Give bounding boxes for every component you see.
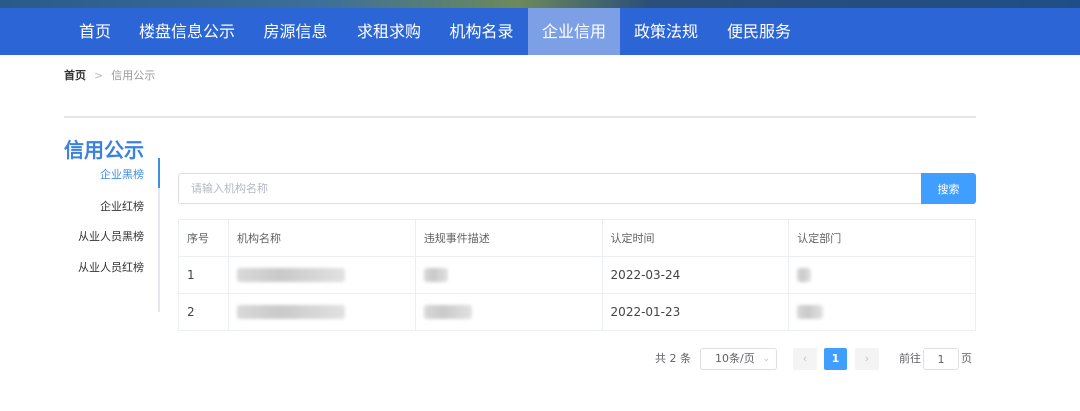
prev-page-button[interactable]: ‹ — [793, 348, 817, 370]
next-page-button[interactable]: › — [855, 348, 879, 370]
chevron-left-icon: ‹ — [802, 352, 808, 365]
redacted-description — [423, 305, 472, 320]
table-row[interactable]: 1 2022-03-24 — [178, 256, 976, 294]
goto-page-input[interactable] — [923, 348, 959, 370]
redacted-org-name — [236, 305, 345, 320]
breadcrumb-current: 信用公示 — [111, 69, 156, 82]
page-suffix-label: 页 — [961, 352, 972, 365]
cell-date: 2022-03-24 — [601, 256, 790, 294]
cell-description — [414, 256, 603, 294]
nav-item-services[interactable]: 便民服务 — [712, 8, 806, 55]
cell-date: 2022-01-23 — [601, 293, 790, 331]
cell-index: 1 — [178, 256, 229, 294]
redacted-description — [423, 268, 448, 283]
chevron-down-icon: ⌄ — [762, 354, 770, 364]
nav-item-listings[interactable]: 房源信息 — [248, 8, 343, 55]
breadcrumb-home[interactable]: 首页 — [64, 69, 86, 82]
page-size-value: 10条/页 — [715, 352, 755, 365]
sidebar-active-indicator — [158, 158, 160, 188]
table-header-row: 序号 机构名称 违规事件描述 认定时间 认定部门 — [178, 219, 976, 257]
cell-description — [414, 293, 603, 331]
page-size-select[interactable]: 10条/页 ⌄ — [700, 348, 777, 370]
pagination-total: 共 2 条 — [655, 352, 691, 365]
credit-table: 序号 机构名称 违规事件描述 认定时间 认定部门 1 2022-03-24 2 … — [178, 219, 976, 331]
header-banner-strip — [0, 0, 1080, 8]
sidebar-item-staff-blacklist[interactable]: 从业人员黑榜 — [78, 228, 144, 244]
nav-item-credit[interactable]: 企业信用 — [528, 8, 620, 55]
header-department: 认定部门 — [788, 219, 976, 257]
cell-org-name — [227, 293, 416, 331]
breadcrumb: 首页 > 信用公示 — [64, 67, 155, 83]
main-nav: 首页 楼盘信息公示 房源信息 求租求购 机构名录 企业信用 政策法规 便民服务 — [0, 8, 1080, 55]
breadcrumb-separator: > — [94, 69, 104, 82]
cell-index: 2 — [178, 293, 229, 331]
nav-item-home[interactable]: 首页 — [64, 8, 126, 55]
sidebar-menu: 企业黑榜 企业红榜 从业人员黑榜 从业人员红榜 — [64, 158, 160, 312]
nav-item-property-info[interactable]: 楼盘信息公示 — [126, 8, 248, 55]
header-org-name: 机构名称 — [227, 219, 416, 257]
nav-item-rent-buy[interactable]: 求租求购 — [343, 8, 435, 55]
sidebar-item-staff-redlist[interactable]: 从业人员红榜 — [78, 259, 144, 275]
sidebar-item-company-redlist[interactable]: 企业红榜 — [100, 198, 144, 214]
redacted-department — [797, 268, 812, 283]
nav-item-agencies[interactable]: 机构名录 — [435, 8, 528, 55]
table-row[interactable]: 2 2022-01-23 — [178, 293, 976, 331]
cell-department — [788, 256, 976, 294]
redacted-org-name — [236, 268, 345, 283]
page-number-1[interactable]: 1 — [824, 348, 847, 370]
cell-department — [788, 293, 976, 331]
sidebar-item-company-blacklist[interactable]: 企业黑榜 — [100, 166, 144, 182]
content-divider — [64, 116, 976, 118]
header-description: 违规事件描述 — [414, 219, 603, 257]
chevron-right-icon: › — [864, 352, 870, 365]
nav-item-policy[interactable]: 政策法规 — [620, 8, 712, 55]
header-index: 序号 — [178, 219, 229, 257]
search-button[interactable]: 搜索 — [921, 173, 976, 204]
goto-label: 前往 — [899, 352, 921, 365]
redacted-department — [797, 305, 824, 320]
search-input[interactable] — [178, 173, 922, 204]
cell-org-name — [227, 256, 416, 294]
header-date: 认定时间 — [601, 219, 790, 257]
